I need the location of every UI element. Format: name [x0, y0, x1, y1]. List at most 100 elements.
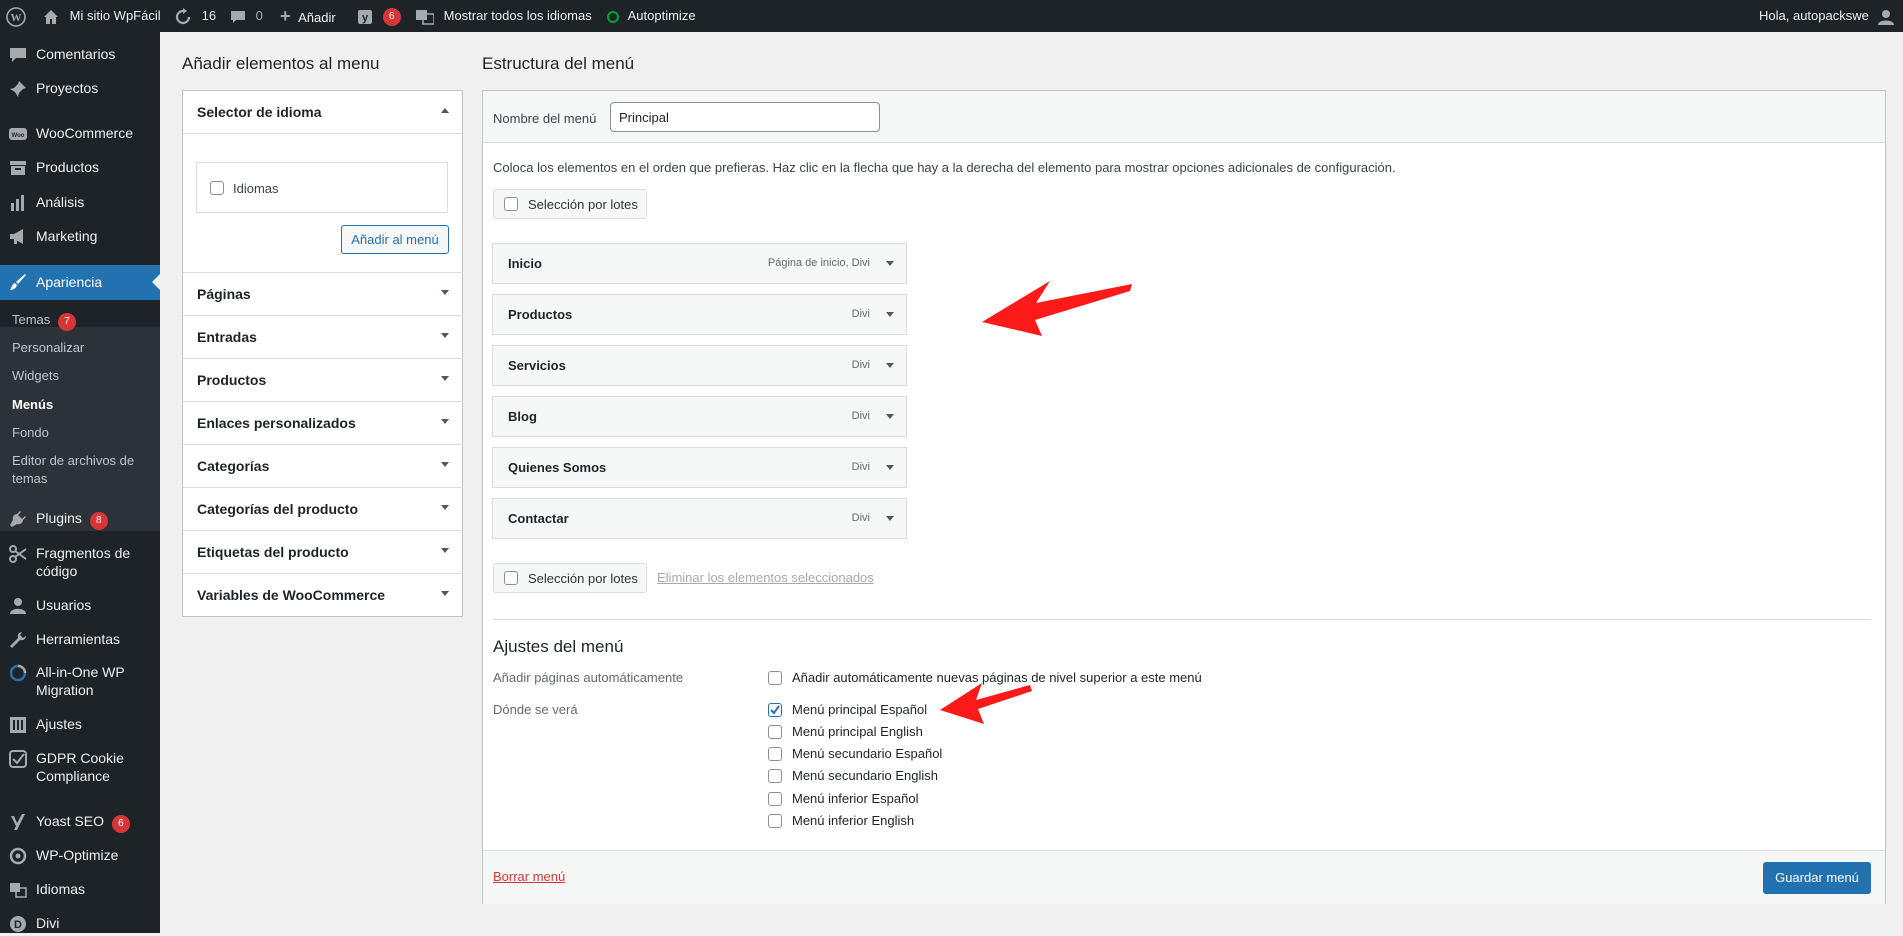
languages-checkbox[interactable] [210, 181, 224, 195]
sidebar-item-productos[interactable]: Productos [0, 158, 160, 180]
site-name-link[interactable]: Mi sitio WpFácil [42, 0, 161, 32]
section-etiquetas-producto[interactable]: Etiquetas del producto [183, 530, 463, 573]
bulk-select-checkbox[interactable] [504, 571, 518, 585]
submenu-personalizar[interactable]: Personalizar [12, 339, 84, 357]
language-selector-header[interactable]: Selector de idioma [183, 91, 462, 134]
chevron-down-icon [441, 462, 449, 467]
delete-menu-link[interactable]: Borrar menú [493, 869, 565, 884]
submenu-menus[interactable]: Menús [12, 396, 53, 414]
save-menu-button[interactable]: Guardar menú [1763, 862, 1871, 894]
language-icon [10, 883, 27, 898]
svg-text:W: W [11, 12, 22, 24]
sidebar-item-apariencia[interactable]: Apariencia [0, 265, 160, 300]
comments-link[interactable]: 0 [230, 0, 263, 32]
sidebar-item-herramientas[interactable]: Herramientas [0, 630, 160, 652]
menu-name-input[interactable] [610, 102, 880, 132]
annotation-arrow [982, 281, 1132, 336]
location-checkbox[interactable] [768, 747, 782, 761]
location-checkbox[interactable] [768, 725, 782, 739]
user-icon [10, 598, 26, 614]
comments-icon [10, 48, 26, 62]
wordpress-logo-icon[interactable]: W [6, 0, 26, 32]
bulk-select-top[interactable]: Selección por lotes [493, 189, 647, 219]
active-pointer [152, 274, 160, 290]
chevron-down-icon [441, 591, 449, 596]
chevron-down-icon[interactable] [886, 465, 894, 470]
menu-item[interactable]: Contactar Divi [492, 498, 907, 539]
menu-structure-title: Estructura del menú [482, 54, 635, 73]
translate-icon [416, 9, 434, 25]
sidebar-item-idiomas[interactable]: Idiomas [0, 880, 160, 902]
section-paginas[interactable]: Páginas [183, 272, 463, 315]
wrench-icon [10, 632, 26, 648]
menu-item[interactable]: Inicio Página de inicio, Divi [492, 243, 907, 284]
chevron-down-icon[interactable] [886, 312, 894, 317]
chevron-down-icon[interactable] [886, 414, 894, 419]
bulk-select-checkbox[interactable] [504, 197, 518, 211]
add-new-link[interactable]: + Añadir [280, 0, 336, 32]
sidebar-item-fragmentos[interactable]: Fragmentos de código [0, 544, 160, 582]
menu-item[interactable]: Blog Divi [492, 396, 907, 437]
updates-link[interactable]: 16 [174, 0, 216, 32]
autoptimize-link[interactable]: Autoptimize [607, 0, 696, 32]
section-entradas[interactable]: Entradas [183, 315, 463, 358]
menu-item[interactable]: Productos Divi [492, 294, 907, 335]
chart-icon [11, 195, 24, 211]
section-productos[interactable]: Productos [183, 358, 463, 401]
gdpr-icon [9, 750, 27, 768]
sidebar-item-yoast[interactable]: Yoast SEO 6 [0, 812, 160, 834]
chevron-down-icon [441, 290, 449, 295]
home-icon [44, 9, 58, 24]
menu-item[interactable]: Servicios Divi [492, 345, 907, 386]
submenu-editor[interactable]: Editor de archivos de temas [12, 452, 142, 488]
submenu-widgets[interactable]: Widgets [12, 367, 59, 385]
check-icon [770, 705, 780, 715]
yoast-link[interactable]: y 6 [357, 0, 401, 32]
location-checkbox-checked[interactable] [768, 703, 782, 717]
section-variables-woo[interactable]: Variables de WooCommerce [183, 573, 463, 616]
add-to-menu-button[interactable]: Añadir al menú [341, 225, 449, 254]
chevron-down-icon[interactable] [886, 363, 894, 368]
annotation-arrow [940, 683, 1032, 724]
section-categorias[interactable]: Categorías [183, 444, 463, 487]
section-enlaces[interactable]: Enlaces personalizados [183, 401, 463, 444]
yoast-icon: y [358, 9, 372, 24]
delete-selected-link[interactable]: Eliminar los elementos seleccionados [657, 570, 874, 585]
menu-item[interactable]: Quienes Somos Divi [492, 447, 907, 488]
sidebar-item-proyectos[interactable]: Proyectos [0, 79, 160, 101]
account-link[interactable]: Hola, autopackswe [1759, 0, 1895, 32]
menu-footer: Borrar menú Guardar menú [483, 850, 1885, 904]
sidebar-item-gdpr[interactable]: GDPR Cookie Compliance [0, 749, 160, 787]
status-dot-icon [607, 10, 619, 23]
divider [493, 619, 1871, 620]
sidebar-item-woocommerce[interactable]: Woo WooCommerce [0, 124, 160, 146]
svg-text:y: y [362, 12, 369, 24]
svg-text:Woo: Woo [12, 133, 25, 139]
comment-icon [231, 10, 245, 23]
migration-icon [9, 664, 27, 682]
location-checkbox[interactable] [768, 814, 782, 828]
location-checkbox[interactable] [768, 769, 782, 783]
sidebar-item-usuarios[interactable]: Usuarios [0, 596, 160, 618]
sidebar-item-wp-optimize[interactable]: WP-Optimize [0, 846, 160, 868]
megaphone-icon [10, 229, 23, 244]
bulk-select-bottom[interactable]: Selección por lotes [493, 563, 647, 593]
auto-add-checkbox[interactable] [768, 671, 782, 685]
sidebar-item-ajustes[interactable]: Ajustes [0, 715, 160, 737]
add-items-panel: Selector de idioma Idiomas Añadir al men… [182, 90, 463, 617]
submenu-temas[interactable]: Temas 7 [12, 311, 76, 331]
section-categorias-producto[interactable]: Categorías del producto [183, 487, 463, 530]
sidebar-item-marketing[interactable]: Marketing [0, 227, 160, 249]
sidebar-item-plugins[interactable]: Plugins 8 [0, 509, 160, 531]
chevron-down-icon[interactable] [886, 516, 894, 521]
sidebar-item-comentarios[interactable]: Comentarios [0, 45, 160, 67]
sidebar-item-migration[interactable]: All-in-One WP Migration [0, 663, 160, 701]
menu-structure-panel: Nombre del menú [482, 90, 1886, 904]
chevron-down-icon [441, 333, 449, 338]
submenu-fondo[interactable]: Fondo [12, 424, 49, 442]
sidebar-item-analisis[interactable]: Análisis [0, 193, 160, 215]
divi-icon: D [10, 916, 26, 932]
chevron-down-icon[interactable] [886, 261, 894, 266]
location-checkbox[interactable] [768, 792, 782, 806]
languages-link[interactable]: Mostrar todos los idiomas [416, 0, 592, 32]
